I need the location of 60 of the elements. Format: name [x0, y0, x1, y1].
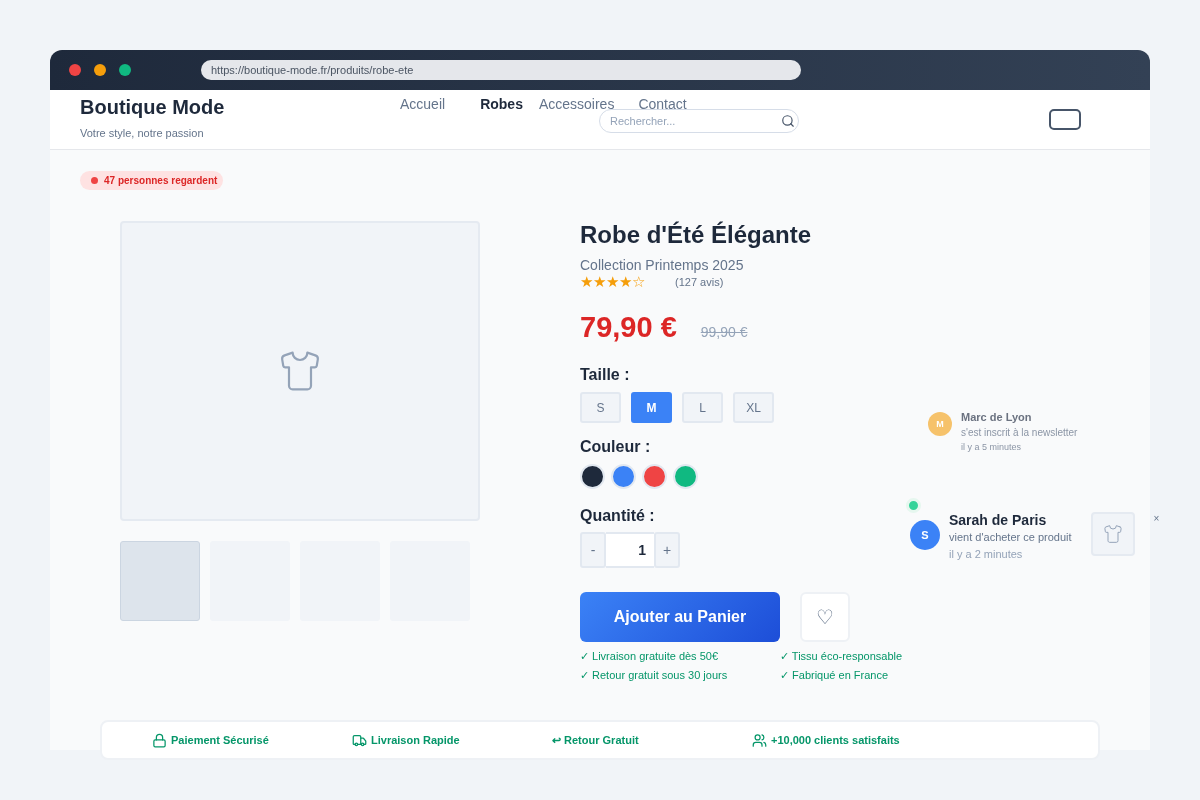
tagline: Votre style, notre passion: [80, 127, 205, 139]
notification-time: il y a 2 minutes: [949, 547, 1024, 562]
perk-text: ✓ Tissu éco-responsable: [780, 650, 904, 663]
close-notification-button[interactable]: ×: [1153, 513, 1160, 524]
perk-text: ✓ Livraison gratuite dès 50€: [580, 650, 720, 663]
color-swatch[interactable]: [611, 464, 636, 489]
size-label: Taille :: [580, 366, 631, 384]
star-icon: ★: [593, 273, 606, 291]
avatar: S: [910, 520, 940, 550]
thumbnail[interactable]: [120, 541, 200, 621]
trust-label: +10,000 clients satisfaits: [771, 734, 900, 746]
color-swatch[interactable]: [580, 464, 605, 489]
increase-button[interactable]: +: [654, 532, 680, 568]
review-count: (127 avis): [675, 276, 724, 288]
address-bar[interactable]: https://boutique-mode.fr/produits/robe-ete: [201, 60, 801, 80]
color-label: Couleur :: [580, 438, 652, 456]
star-icon: ★: [606, 273, 619, 291]
old-price: 99,90 €: [700, 324, 748, 340]
minimize-window-dot[interactable]: [94, 64, 106, 76]
notification-name: Sarah de Paris: [949, 512, 1048, 529]
size-option[interactable]: L: [682, 392, 723, 423]
product-title: Robe d'Été Élégante: [580, 221, 813, 249]
people-icon: [752, 732, 767, 748]
star-icon: ★: [580, 273, 593, 291]
search-icon[interactable]: [781, 114, 795, 128]
brand-name: Boutique Mode: [80, 96, 226, 119]
online-dot-icon: [906, 498, 921, 513]
quantity-label: Quantité :: [580, 507, 656, 525]
lock-icon: [152, 732, 167, 748]
star-icon: ☆: [632, 273, 645, 291]
maximize-window-dot[interactable]: [119, 64, 131, 76]
size-option[interactable]: S: [580, 392, 621, 423]
star-icon: ★: [619, 273, 632, 291]
trust-label: Paiement Sécurisé: [171, 734, 269, 746]
add-to-cart-button[interactable]: Ajouter au Panier: [580, 592, 780, 642]
price: 79,90 €: [580, 311, 677, 344]
nav-link[interactable]: Robes: [480, 96, 523, 113]
notification-message: vient d'acheter ce produit: [949, 530, 1072, 545]
truck-icon: [352, 732, 367, 748]
color-swatch[interactable]: [673, 464, 698, 489]
notification-name: Marc de Lyon: [961, 410, 1033, 425]
perk-text: ✓ Retour gratuit sous 30 jours: [580, 669, 729, 682]
size-option[interactable]: XL: [733, 392, 774, 423]
size-option[interactable]: M: [631, 392, 672, 423]
trust-label: Livraison Rapide: [371, 734, 460, 746]
wishlist-button[interactable]: ♡: [800, 592, 850, 642]
close-window-dot[interactable]: [69, 64, 81, 76]
decrease-button[interactable]: -: [580, 532, 606, 568]
color-swatch[interactable]: [642, 464, 667, 489]
collection-name: Collection Printemps 2025: [580, 257, 745, 273]
search-field[interactable]: Rechercher...: [599, 109, 799, 133]
avatar: M: [928, 412, 952, 436]
viewers-text: 47 personnes regardent: [104, 175, 218, 186]
notification-message: s'est inscrit à la newsletter: [961, 426, 1078, 440]
trust-label: ↩ Retour Gratuit: [552, 733, 639, 747]
cart-button[interactable]: [1049, 109, 1081, 130]
perk-text: ✓ Fabriqué en France: [780, 669, 890, 682]
nav-link[interactable]: Accueil: [400, 96, 446, 113]
live-dot-icon: [91, 177, 98, 184]
quantity-field[interactable]: 1: [606, 532, 654, 568]
